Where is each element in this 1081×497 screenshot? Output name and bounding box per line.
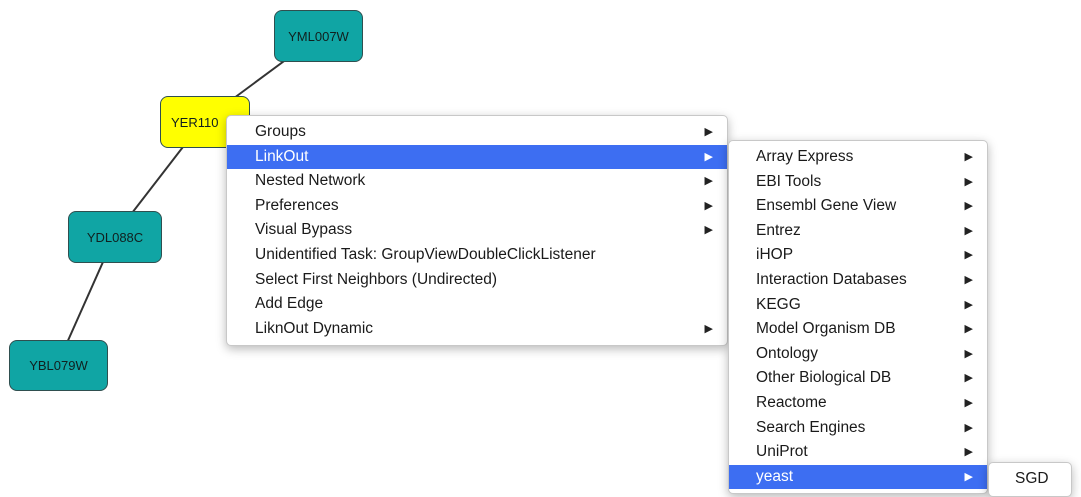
- menu-item-label: UniProt: [756, 443, 808, 461]
- menu-item-label: KEGG: [756, 295, 801, 313]
- menu-item-liknout-dynamic[interactable]: LiknOut Dynamic ▶: [227, 317, 727, 342]
- menu-item-select-first-neighbors-undirected[interactable]: Select First Neighbors (Undirected): [227, 268, 727, 293]
- linkout-item-ihop[interactable]: iHOP ▶: [729, 243, 987, 268]
- linkout-item-other-biological-db[interactable]: Other Biological DB ▶: [729, 366, 987, 391]
- menu-item-label: Reactome: [756, 393, 827, 411]
- submenu-arrow-icon: ▶: [964, 175, 973, 188]
- node-label: YER110: [171, 114, 219, 130]
- linkout-item-array-express[interactable]: Array Express ▶: [729, 145, 987, 170]
- menu-item-label: LinkOut: [255, 147, 309, 165]
- linkout-item-interaction-databases[interactable]: Interaction Databases ▶: [729, 268, 987, 293]
- submenu-arrow-icon: ▶: [964, 347, 973, 360]
- submenu-arrow-icon: ▶: [964, 323, 973, 336]
- menu-item-label: Groups: [255, 123, 306, 140]
- menu-item-label: Array Express: [756, 148, 854, 165]
- linkout-item-ensembl-gene-view[interactable]: Ensembl Gene View ▶: [729, 194, 987, 219]
- node-label: YBL079W: [29, 358, 88, 373]
- node-label: YDL088C: [86, 229, 144, 245]
- submenu-arrow-icon: ▶: [704, 126, 713, 138]
- menu-item-groups[interactable]: Groups ▶: [227, 120, 727, 145]
- menu-item-label: Add Edge: [255, 295, 324, 313]
- submenu-arrow-icon: ▶: [964, 470, 973, 483]
- node-ydl088c[interactable]: YDL088C: [68, 211, 162, 263]
- menu-item-label: Ontology: [756, 344, 819, 362]
- menu-item-label: Unidentified Task: GroupViewDoubleClickL…: [255, 245, 596, 263]
- menu-item-label: Interaction Databases: [756, 270, 907, 288]
- submenu-arrow-icon: ▶: [964, 372, 973, 385]
- menu-item-label: Model Organism DB: [756, 320, 896, 338]
- submenu-arrow-icon: ▶: [704, 199, 713, 212]
- menu-item-label: Search Engines: [756, 418, 866, 436]
- menu-item-label: yeast: [756, 467, 794, 485]
- menu-item-label: EBI Tools: [756, 172, 822, 190]
- menu-item-label: Preferences: [255, 196, 339, 214]
- linkout-item-ebi-tools[interactable]: EBI Tools ▶: [729, 170, 987, 195]
- menu-item-unidentified-task-groupviewdoubleclicklistener[interactable]: Unidentified Task: GroupViewDoubleClickL…: [227, 243, 727, 268]
- menu-item-label: Entrez: [756, 221, 801, 239]
- linkout-item-ontology[interactable]: Ontology ▶: [729, 342, 987, 367]
- menu-item-label: SGD: [1015, 470, 1049, 487]
- menu-item-visual-bypass[interactable]: Visual Bypass ▶: [227, 218, 727, 243]
- linkout-item-entrez[interactable]: Entrez ▶: [729, 219, 987, 244]
- submenu-arrow-icon: ▶: [704, 322, 713, 335]
- submenu-arrow-icon: ▶: [704, 175, 713, 188]
- linkout-item-model-organism-db[interactable]: Model Organism DB ▶: [729, 317, 987, 342]
- submenu-arrow-icon: ▶: [964, 298, 973, 311]
- yeast-item-sgd[interactable]: SGD: [989, 467, 1071, 492]
- submenu-arrow-icon: ▶: [964, 396, 973, 409]
- linkout-item-kegg[interactable]: KEGG ▶: [729, 293, 987, 318]
- menu-item-label: Visual Bypass: [255, 221, 353, 239]
- submenu-arrow-icon: ▶: [964, 151, 973, 163]
- submenu-arrow-icon: ▶: [964, 224, 973, 237]
- submenu-arrow-icon: ▶: [964, 446, 973, 459]
- node-ybl079w[interactable]: YBL079W: [9, 340, 108, 391]
- menu-item-linkout[interactable]: LinkOut ▶: [227, 144, 727, 170]
- linkout-item-reactome[interactable]: Reactome ▶: [729, 391, 987, 416]
- menu-item-label: Ensembl Gene View: [756, 197, 897, 215]
- menu-item-label: Other Biological DB: [756, 369, 892, 387]
- submenu-arrow-icon: ▶: [964, 273, 973, 286]
- menu-item-nested-network[interactable]: Nested Network ▶: [227, 169, 727, 194]
- menu-item-label: Select First Neighbors (Undirected): [255, 270, 498, 288]
- yeast-submenu: SGD: [988, 462, 1072, 497]
- linkout-item-search-engines[interactable]: Search Engines ▶: [729, 416, 987, 441]
- submenu-arrow-icon: ▶: [704, 150, 713, 163]
- submenu-arrow-icon: ▶: [964, 421, 973, 434]
- menu-item-label: Nested Network: [255, 172, 366, 190]
- menu-item-label: iHOP: [756, 246, 794, 264]
- linkout-submenu: Array Express ▶ EBI Tools ▶ Ensembl Gene Vie…: [728, 140, 988, 495]
- submenu-arrow-icon: ▶: [964, 200, 973, 213]
- menu-item-preferences[interactable]: Preferences ▶: [227, 194, 727, 219]
- node-yml007w[interactable]: YML007W: [274, 10, 363, 62]
- linkout-item-yeast[interactable]: yeast ▶: [729, 464, 987, 490]
- submenu-arrow-icon: ▶: [964, 249, 973, 262]
- node-label: YML007W: [288, 28, 349, 44]
- menu-item-label: LiknOut Dynamic: [255, 319, 374, 337]
- linkout-item-uniprot[interactable]: UniProt ▶: [729, 440, 987, 465]
- submenu-arrow-icon: ▶: [704, 224, 713, 237]
- menu-item-add-edge[interactable]: Add Edge: [227, 292, 727, 317]
- context-menu: Groups ▶ LinkOut ▶ Nested Network ▶ Preference…: [226, 115, 728, 347]
